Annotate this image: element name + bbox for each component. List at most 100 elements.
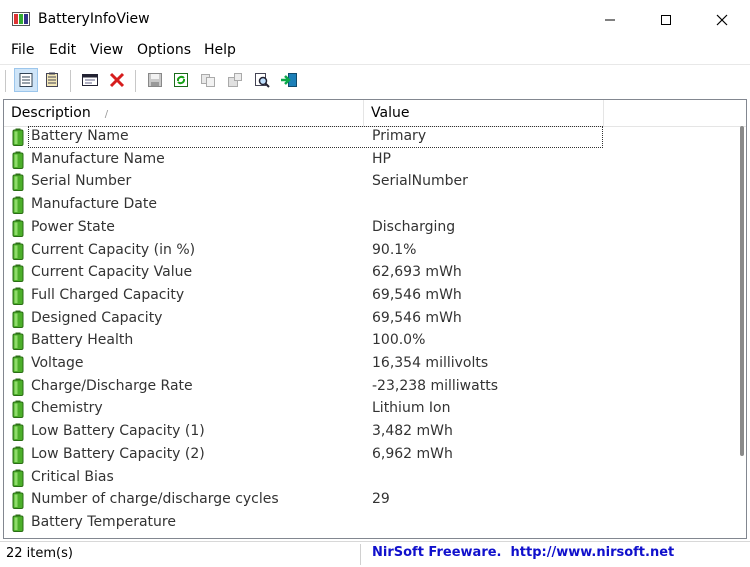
battery-icon: [12, 219, 24, 237]
list-item[interactable]: Serial Number SerialNumber: [4, 171, 746, 194]
list-item[interactable]: Number of charge/discharge cycles 29: [4, 489, 746, 512]
copy-icon: [201, 74, 215, 87]
list-item[interactable]: Low Battery Capacity (1) 3,482 mWh: [4, 421, 746, 444]
list-item[interactable]: Voltage 16,354 millivolts: [4, 353, 746, 376]
list-item[interactable]: Manufacture Date: [4, 194, 746, 217]
menu-options[interactable]: Options: [137, 42, 191, 58]
list-item[interactable]: Battery Temperature: [4, 512, 746, 535]
row-value: 69,546 mWh: [372, 286, 462, 303]
list-header: Description / Value: [4, 100, 746, 127]
find-icon: [255, 73, 270, 88]
battery-icon: [12, 491, 24, 510]
nirsoft-link[interactable]: NirSoft Freeware. http://www.nirsoft.net: [372, 545, 674, 560]
list-item[interactable]: Charge/Discharge Rate -23,238 milliwatts: [4, 376, 746, 399]
menu-edit[interactable]: Edit: [49, 42, 76, 58]
row-value: HP: [372, 150, 391, 167]
toolbar-grip[interactable]: [5, 70, 9, 92]
refresh-button[interactable]: [169, 68, 193, 92]
battery-icon: [12, 173, 24, 192]
vertical-scrollbar[interactable]: [738, 100, 746, 538]
menu-file[interactable]: File: [11, 42, 34, 58]
row-value: 90.1%: [372, 241, 417, 258]
battery-icon: [12, 196, 24, 215]
row-description: Battery Name: [31, 128, 129, 144]
title-bar: BatteryInfoView: [0, 0, 750, 40]
close-icon: [716, 14, 728, 26]
row-description: Designed Capacity: [31, 309, 163, 326]
save-button[interactable]: [143, 68, 167, 92]
find-button[interactable]: [250, 68, 274, 92]
row-value: -23,238 milliwatts: [372, 377, 498, 394]
battery-icon: [12, 378, 24, 396]
menu-view[interactable]: View: [90, 42, 123, 58]
list-item[interactable]: Battery Name Primary: [4, 126, 746, 149]
battery-log-mode-button[interactable]: [40, 68, 64, 92]
list-item[interactable]: Power State Discharging: [4, 217, 746, 240]
maximize-button[interactable]: [638, 0, 694, 40]
delete-x-icon: [109, 72, 125, 88]
exit-icon: [281, 73, 297, 87]
battery-icon: [12, 355, 24, 373]
exit-button[interactable]: [277, 68, 301, 92]
list-item[interactable]: Designed Capacity 69,546 mWh: [4, 308, 746, 331]
minimize-icon: [605, 19, 615, 21]
list-item[interactable]: Chemistry Lithium Ion: [4, 398, 746, 421]
menu-help[interactable]: Help: [204, 42, 236, 58]
properties-button[interactable]: [78, 68, 102, 92]
app-battery-icon: [12, 12, 30, 26]
row-description: Voltage: [31, 355, 84, 371]
list-item[interactable]: Current Capacity (in %) 90.1%: [4, 240, 746, 263]
status-bar: 22 item(s) NirSoft Freeware. http://www.…: [0, 541, 750, 567]
battery-icon: [12, 514, 24, 532]
row-description: Low Battery Capacity (1): [31, 423, 205, 440]
battery-info-list[interactable]: Description / Value Battery Name Primary Ma…: [3, 99, 747, 539]
battery-log-mode-icon: [46, 72, 58, 87]
battery-icon: [12, 332, 24, 351]
delete-button[interactable]: [105, 68, 129, 92]
item-count: 22 item(s): [6, 546, 73, 561]
sort-indicator: /: [104, 109, 109, 120]
row-description: Manufacture Date: [31, 196, 157, 213]
battery-icon: [12, 423, 24, 442]
row-description: Critical Bias: [31, 468, 114, 485]
row-description: Chemistry: [31, 400, 103, 417]
copy-button[interactable]: [196, 68, 220, 92]
maximize-icon: [661, 15, 671, 25]
list-item[interactable]: Full Charged Capacity 69,546 mWh: [4, 285, 746, 308]
row-description: Number of charge/discharge cycles: [31, 491, 279, 508]
battery-icon: [12, 310, 24, 328]
refresh-icon: [174, 73, 188, 87]
battery-info-mode-button[interactable]: [14, 68, 38, 92]
row-value: 69,546 mWh: [372, 309, 462, 326]
save-disk-icon: [148, 73, 162, 87]
column-header-description[interactable]: Description /: [4, 100, 364, 126]
options-button[interactable]: [223, 68, 247, 92]
minimize-button[interactable]: [582, 0, 638, 40]
properties-window-icon: [82, 74, 98, 86]
row-value: 62,693 mWh: [372, 264, 462, 281]
toolbar-separator: [135, 70, 136, 92]
row-description: Battery Temperature: [31, 513, 176, 530]
list-item[interactable]: Battery Health 100.0%: [4, 330, 746, 353]
column-header-value[interactable]: Value: [364, 100, 604, 126]
row-description: Low Battery Capacity (2): [31, 445, 205, 462]
row-value: Lithium Ion: [372, 400, 451, 417]
list-item[interactable]: Critical Bias: [4, 467, 746, 490]
list-item[interactable]: Low Battery Capacity (2) 6,962 mWh: [4, 444, 746, 467]
row-value: 100.0%: [372, 332, 426, 349]
row-value: Primary: [372, 128, 427, 144]
list-item[interactable]: Manufacture Name HP: [4, 149, 746, 172]
scrollbar-thumb[interactable]: [740, 126, 744, 456]
row-description: Manufacture Name: [31, 150, 165, 167]
battery-icon: [12, 264, 24, 283]
menu-bar: File Edit View Options Help: [0, 40, 750, 63]
row-value: 16,354 millivolts: [372, 355, 489, 371]
list-item[interactable]: Current Capacity Value 62,693 mWh: [4, 262, 746, 285]
close-button[interactable]: [694, 0, 750, 40]
row-description: Full Charged Capacity: [31, 286, 185, 303]
row-description: Power State: [31, 218, 115, 235]
toolbar: [0, 64, 750, 96]
row-description: Serial Number: [31, 173, 132, 190]
battery-icon: [12, 446, 24, 464]
toolbar-separator: [70, 70, 71, 92]
